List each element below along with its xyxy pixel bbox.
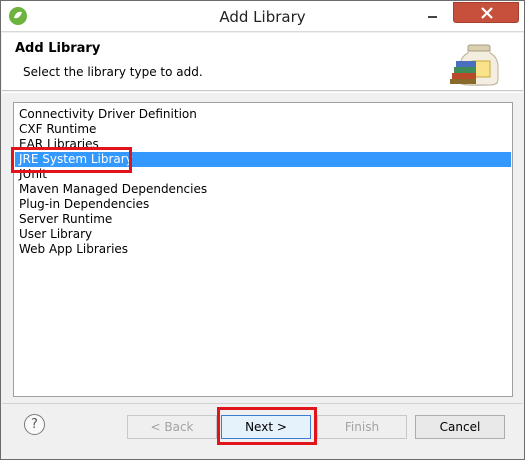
library-type-list[interactable]: Connectivity Driver Definition CXF Runti… <box>13 102 513 397</box>
close-window-button[interactable] <box>453 2 519 23</box>
list-item[interactable]: Web App Libraries <box>15 242 511 257</box>
list-item[interactable]: Connectivity Driver Definition <box>15 107 511 122</box>
library-jar-icon <box>448 39 500 87</box>
dialog-header: Add Library Select the library type to a… <box>2 33 523 91</box>
add-library-dialog: Add Library Add Library Select the libra… <box>0 0 525 460</box>
list-item[interactable]: CXF Runtime <box>15 122 511 137</box>
header-title: Add Library <box>15 41 101 56</box>
button-bar-separator <box>2 403 523 404</box>
help-button[interactable]: ? <box>24 414 45 435</box>
list-item[interactable]: Plug-in Dependencies <box>15 197 511 212</box>
list-item[interactable]: EAR Libraries <box>15 137 511 152</box>
next-button[interactable]: Next > <box>221 415 311 439</box>
back-button[interactable]: < Back <box>127 415 217 439</box>
close-icon <box>481 7 493 19</box>
header-description: Select the library type to add. <box>23 65 203 79</box>
list-item[interactable]: Maven Managed Dependencies <box>15 182 511 197</box>
list-item[interactable]: User Library <box>15 227 511 242</box>
list-item[interactable]: Server Runtime <box>15 212 511 227</box>
list-item[interactable]: JUnit <box>15 167 511 182</box>
finish-button[interactable]: Finish <box>317 415 407 439</box>
window-title: Add Library <box>219 8 306 26</box>
title-bar: Add Library <box>1 1 524 32</box>
list-item-selected[interactable]: JRE System Library <box>15 152 511 167</box>
cancel-button[interactable]: Cancel <box>415 415 505 439</box>
minimize-icon[interactable] <box>419 4 445 26</box>
header-separator <box>2 92 523 93</box>
